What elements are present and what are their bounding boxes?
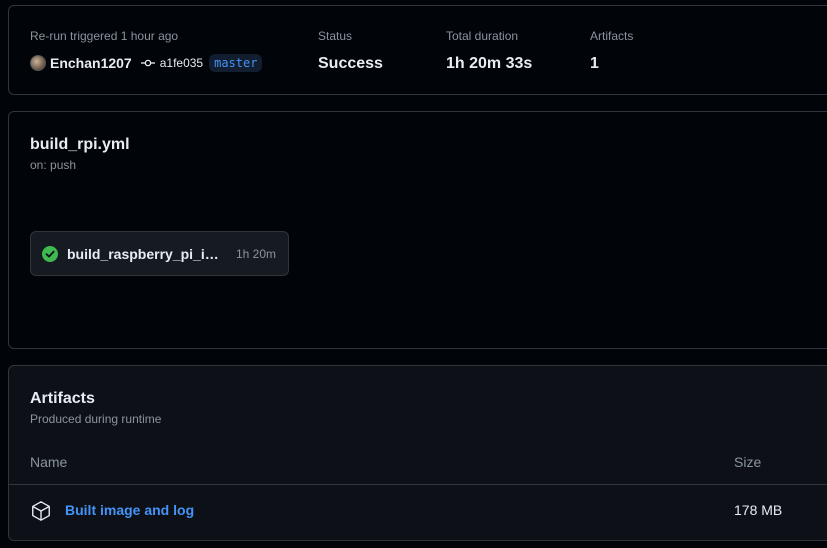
actor-link[interactable]: Enchan1207 bbox=[50, 55, 132, 71]
workflow-graph-card: build_rpi.yml on: push build_raspberry_p… bbox=[8, 111, 827, 349]
package-icon bbox=[32, 501, 50, 521]
trigger-details: Enchan1207 a1fe035 master bbox=[30, 52, 263, 74]
duration-value: 1h 20m 33s bbox=[446, 55, 533, 72]
avatar[interactable] bbox=[30, 55, 46, 71]
duration-label: Total duration bbox=[446, 29, 519, 43]
artifacts-title: Artifacts bbox=[30, 390, 95, 407]
run-summary-card: Re-run triggered 1 hour ago Enchan1207 a… bbox=[8, 5, 827, 95]
column-header-size: Size bbox=[734, 454, 762, 470]
artifacts-info: Artifacts 1 bbox=[590, 28, 633, 74]
artifact-size: 178 MB bbox=[734, 502, 783, 518]
trigger-info: Re-run triggered 1 hour ago Enchan1207 a… bbox=[30, 28, 263, 74]
status-info: Status Success bbox=[318, 28, 383, 74]
git-commit-icon bbox=[140, 59, 155, 67]
column-header-name: Name bbox=[30, 454, 68, 470]
check-circle-icon bbox=[42, 245, 58, 262]
artifacts-table-header: Name Size bbox=[9, 446, 827, 485]
workflow-trigger: on: push bbox=[30, 158, 77, 172]
artifacts-count-value[interactable]: 1 bbox=[590, 54, 633, 74]
job-duration: 1h 20m bbox=[236, 246, 277, 261]
job-name: build_raspberry_pi_image bbox=[67, 245, 230, 262]
status-label: Status bbox=[318, 29, 353, 43]
artifacts-subtitle: Produced during runtime bbox=[30, 412, 162, 426]
branch-badge[interactable]: master bbox=[209, 54, 263, 72]
artifact-download-link[interactable]: Built image and log bbox=[65, 502, 194, 518]
table-row: Built image and log 178 MB bbox=[9, 485, 827, 540]
status-value: Success bbox=[318, 55, 383, 72]
commit-sha-link[interactable]: a1fe035 bbox=[160, 56, 203, 70]
trigger-label: Re-run triggered 1 hour ago bbox=[30, 29, 179, 43]
artifacts-card: Artifacts Produced during runtime Name S… bbox=[8, 365, 827, 541]
workflow-file-name: build_rpi.yml bbox=[30, 136, 130, 153]
artifacts-count-label: Artifacts bbox=[590, 29, 634, 43]
duration-info: Total duration 1h 20m 33s bbox=[446, 28, 532, 74]
job-node[interactable]: build_raspberry_pi_image 1h 20m bbox=[30, 231, 289, 276]
